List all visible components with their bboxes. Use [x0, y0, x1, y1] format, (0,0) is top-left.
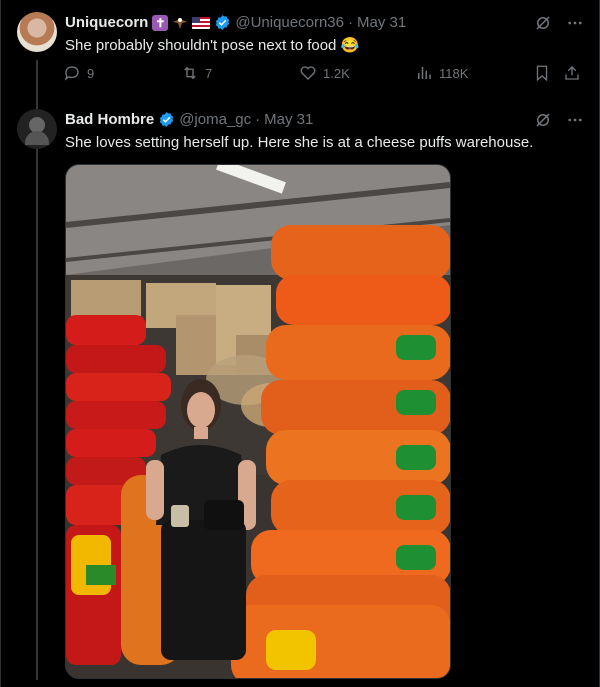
reply-count: 9 [87, 65, 95, 81]
bookmark-icon [536, 65, 548, 82]
repost-icon [184, 66, 196, 80]
us-flag-emoji-icon [192, 16, 211, 29]
tweet-header-2: Bad Hombre @joma_gc · May 31 [65, 111, 313, 128]
separator-dot: · [347, 14, 353, 31]
grok-icon[interactable] [534, 111, 552, 129]
tweet-photo[interactable] [65, 164, 451, 679]
like-count: 1.2K [323, 65, 350, 81]
verified-badge-icon [216, 15, 230, 30]
separator-dot: · [255, 111, 261, 128]
tweet-date[interactable]: May 31 [264, 111, 313, 128]
bookmark-button[interactable] [533, 64, 551, 82]
tweet-top-actions-1 [534, 14, 584, 32]
user-handle[interactable]: @Uniquecorn36 [235, 14, 344, 31]
thread-connector-line [36, 60, 38, 680]
tweet-top-actions-2 [534, 111, 584, 129]
tweet-text: She loves setting herself up. Here she i… [65, 134, 534, 151]
cross-emoji-icon: ✝ [152, 14, 169, 31]
share-button[interactable] [563, 64, 581, 82]
display-name[interactable]: Bad Hombre [65, 111, 154, 128]
views-icon [418, 67, 431, 79]
like-button[interactable]: 1.2K [299, 64, 350, 82]
view-count: 118K [439, 65, 469, 81]
tweet-header-1: Uniquecorn ✝ @Uniquecorn36 · May 31 [65, 14, 406, 31]
grok-icon[interactable] [534, 14, 552, 32]
repost-count: 7 [205, 65, 213, 81]
eagle-emoji-icon [173, 17, 188, 29]
tweet-action-bar: 9 7 1.2K 118K [63, 64, 583, 88]
tweet-text: She probably shouldn't pose next to food… [65, 37, 360, 54]
avatar-bad-hombre[interactable] [17, 109, 57, 149]
share-icon [565, 66, 579, 80]
more-options-icon[interactable] [566, 111, 584, 129]
reply-icon [64, 66, 79, 81]
tweet-date[interactable]: May 31 [357, 14, 406, 31]
reply-button[interactable]: 9 [63, 64, 94, 82]
like-icon [300, 66, 316, 80]
display-name[interactable]: Uniquecorn [65, 14, 148, 31]
user-handle[interactable]: @joma_gc [179, 111, 251, 128]
verified-badge-icon [160, 112, 174, 127]
repost-button[interactable]: 7 [181, 64, 212, 82]
views-button[interactable]: 118K [415, 64, 468, 82]
more-options-icon[interactable] [566, 14, 584, 32]
warehouse-photo-illustration [66, 165, 450, 678]
avatar-uniquecorn[interactable] [17, 12, 57, 52]
